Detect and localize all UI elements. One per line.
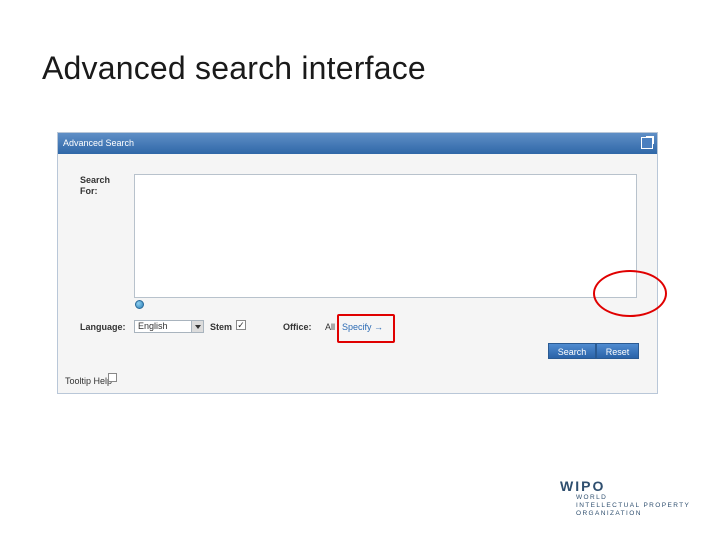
chevron-down-icon[interactable] [191,321,203,332]
language-selected-value: English [138,321,168,331]
panel-header-title: Advanced Search [63,138,135,148]
office-value: All [325,322,336,332]
office-label: Office: [283,322,312,332]
search-button[interactable]: Search [548,343,596,359]
logo-line-3: ORGANIZATION [576,510,642,517]
advanced-search-panel: Advanced Search Search For: Language: En… [57,132,667,394]
logo-line-1: WORLD [576,494,608,501]
resize-grip-highlight-annotation [593,270,667,317]
slide-title: Advanced search interface [42,50,426,86]
panel-header: Advanced Search [58,133,657,154]
specify-highlight-annotation [337,314,395,343]
tooltip-help-checkbox[interactable] [108,373,117,382]
logo-mark: WIPO [560,478,606,494]
tooltip-help-label: Tooltip Help [65,376,113,386]
info-icon[interactable] [135,300,144,309]
search-input[interactable] [134,174,637,298]
stem-checkbox[interactable]: ✓ [236,320,246,330]
reset-button[interactable]: Reset [596,343,639,359]
popout-icon[interactable] [641,136,654,149]
language-select[interactable]: English [134,320,204,333]
search-for-label: Search For: [80,175,111,196]
stem-label: Stem [210,322,233,332]
language-label: Language: [80,322,126,332]
logo-line-2: INTELLECTUAL PROPERTY [576,502,691,509]
wipo-logo: WIPO WORLD INTELLECTUAL PROPERTY ORGANIZ… [560,478,700,518]
